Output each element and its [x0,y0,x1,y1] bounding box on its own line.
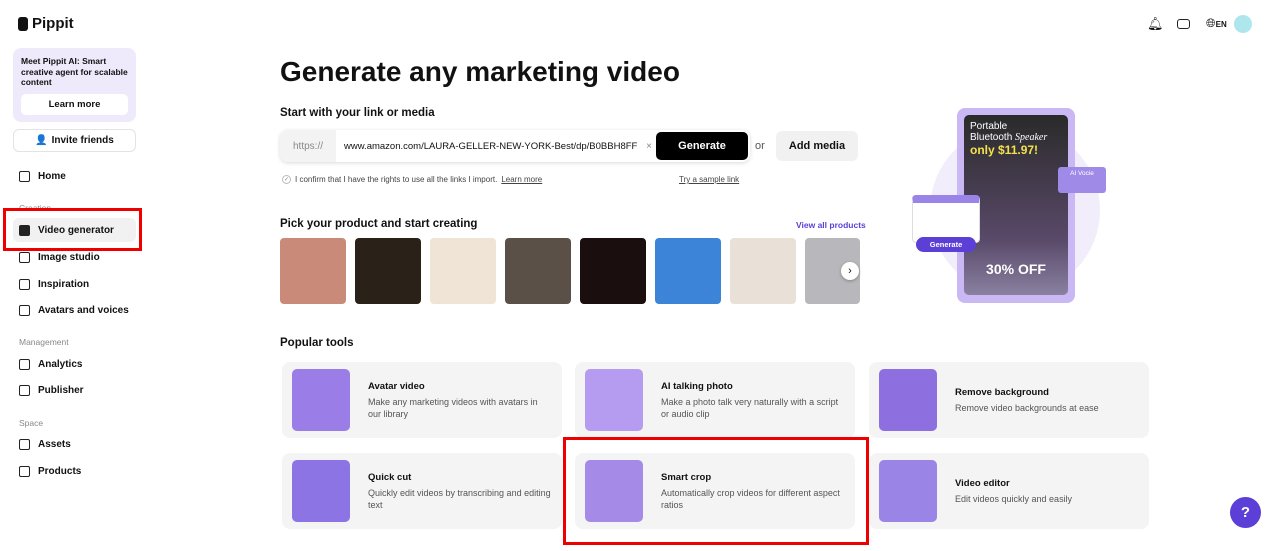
label: Inspiration [38,278,90,290]
hero-generate-badge: Generate [916,237,976,252]
tool-card[interactable]: Video editor Edit videos quickly and easi… [869,453,1149,529]
hero-line1: Portable [970,121,1008,132]
avatar[interactable] [1234,15,1252,33]
add-media-button[interactable]: Add media [776,131,858,161]
box-icon [19,465,30,477]
tool-desc: Remove video backgrounds at ease [955,402,1099,413]
checkbox[interactable]: ✓ [282,175,291,184]
section-management: Management [19,337,69,347]
tool-title: Video editor [955,477,1010,489]
confirm-row: ✓ I confirm that I have the rights to use… [282,175,542,184]
subscription-icon[interactable] [1177,19,1190,29]
label: Home [38,170,66,182]
tool-desc: Edit videos quickly and easily [955,493,1073,504]
tool-title: Remove background [955,386,1049,398]
tool-desc: Make any marketing videos with avatars i… [368,396,538,419]
product-thumbnail[interactable] [355,238,421,304]
generate-button[interactable]: Generate [656,132,748,160]
user-plus-icon: 👤 [35,135,48,146]
calendar-icon [19,384,30,396]
hero-line2: Bluetooth [970,132,1013,143]
analytics-icon [19,358,30,370]
tool-card[interactable]: Quick cut Quickly edit videos by transcri… [282,453,562,529]
label: Publisher [38,384,84,396]
cloud-icon [19,438,30,450]
highlight-box [563,437,869,545]
logo-icon [18,16,28,31]
learn-more-link[interactable]: Learn more [501,175,542,184]
tool-desc: Quickly edit videos by transcribing and … [368,487,551,510]
brand-name: Pippit [32,15,74,32]
label: Assets [38,438,71,450]
tool-card[interactable]: Remove background Remove video background… [869,362,1149,438]
product-thumbnail[interactable] [580,238,646,304]
product-thumbnail[interactable] [730,238,796,304]
tool-card[interactable]: Avatar video Make any marketing videos wi… [282,362,562,438]
tool-card[interactable]: AI talking photo Make a photo talk very n… [575,362,855,438]
sidebar-item-avatars[interactable]: Avatars and voices [13,298,136,322]
sample-link[interactable]: Try a sample link [679,175,739,184]
popular-heading: Popular tools [280,337,354,349]
sidebar-item-analytics[interactable]: Analytics [13,352,136,376]
tool-illustration [292,460,350,522]
tool-illustration [585,369,643,431]
url-input-group: https:// www.amazon.com/LAURA-GELLER-NEW… [280,130,750,162]
product-thumbnail[interactable] [280,238,346,304]
image-icon [19,251,30,263]
section-space: Space [19,418,44,428]
lang-code: EN [1215,20,1227,29]
label: Avatars and voices [38,304,129,316]
product-thumbnail[interactable] [505,238,571,304]
label: Analytics [38,358,83,370]
bell-icon[interactable]: 🔔︎ [1147,16,1164,32]
link-heading: Start with your link or media [280,107,435,119]
url-input[interactable]: www.amazon.com/LAURA-GELLER-NEW-YORK-Bes… [336,141,642,152]
sidebar-item-products[interactable]: Products [13,459,136,483]
home-icon [19,170,30,182]
sidebar-item-inspiration[interactable]: Inspiration [13,272,136,296]
invite-friends-button[interactable]: 👤 Invite friends [13,129,136,152]
sidebar-item-assets[interactable]: Assets [13,432,136,456]
help-button[interactable]: ? [1230,497,1261,528]
hero-discount: 30% OFF [986,261,1046,277]
hero-line2b: Speaker [1015,132,1048,143]
hero-illustration: Portable Bluetooth Speaker only $11.97! … [910,105,1106,305]
pippit-logo[interactable]: Pippit [18,15,74,32]
tool-title: Avatar video [368,380,425,392]
hero-price: only $11.97! [970,143,1039,157]
product-thumbnail[interactable] [430,238,496,304]
product-thumbnail[interactable] [655,238,721,304]
promo-text: Meet Pippit AI: Smart creative agent for… [21,56,128,87]
label: Products [38,465,82,477]
page-title: Generate any marketing video [280,56,680,87]
sidebar-item-image-studio[interactable]: Image studio [13,245,136,269]
invite-label: Invite friends [51,135,114,146]
clear-icon[interactable]: × [642,141,656,152]
avatar-icon [19,304,30,316]
or-text: or [755,140,765,152]
tool-illustration [879,369,937,431]
tool-title: Quick cut [368,471,412,483]
sidebar-item-publisher[interactable]: Publisher [13,378,136,402]
label: Image studio [38,251,100,263]
chevron-right-icon[interactable]: › [841,262,859,280]
url-prefix: https:// [280,130,336,162]
globe-icon[interactable]: 🌐︎EN [1206,16,1227,31]
tool-illustration [292,369,350,431]
tool-desc: Make a photo talk very naturally with a … [661,396,839,419]
products-heading: Pick your product and start creating [280,218,478,230]
tool-title: AI talking photo [661,380,733,392]
tool-illustration [879,460,937,522]
ai-voice-badge: AI Vocie [1058,167,1106,193]
confirm-text: I confirm that I have the rights to use … [295,175,498,184]
promo-card: Meet Pippit AI: Smart creative agent for… [13,48,136,122]
learn-more-button[interactable]: Learn more [21,93,128,115]
inspiration-icon [19,278,30,290]
sidebar-item-home[interactable]: Home [13,164,136,188]
view-all-products-link[interactable]: View all products [796,220,866,230]
